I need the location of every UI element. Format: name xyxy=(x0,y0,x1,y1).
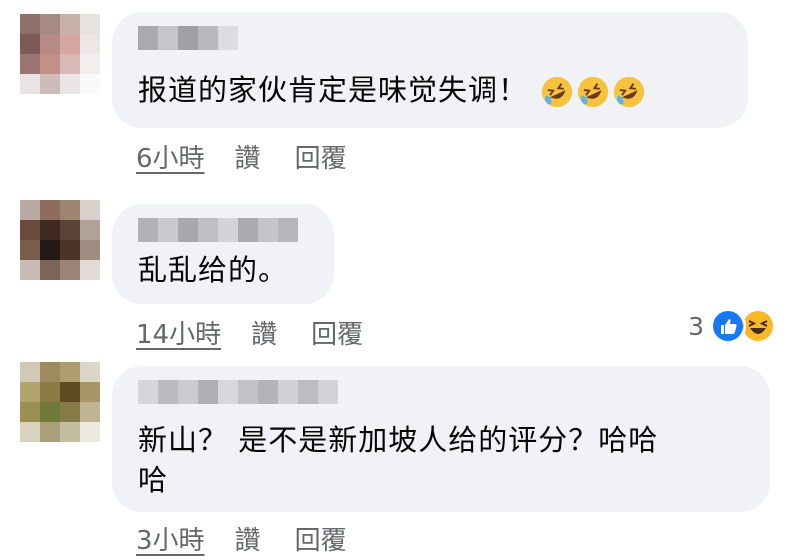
reaction-count: 3 xyxy=(688,311,704,341)
comment-text: 乱乱给的。 xyxy=(138,250,288,290)
comment-2: 乱乱给的。 14小時 讚 回覆 3 xyxy=(0,190,800,350)
timestamp-link[interactable]: 6小時 xyxy=(136,138,205,175)
rofl-emoji-icon xyxy=(578,76,609,108)
blurred-author-name[interactable] xyxy=(138,380,338,404)
timestamp-link[interactable]: 3小時 xyxy=(136,520,205,557)
reply-button[interactable]: 回覆 xyxy=(311,314,363,351)
like-button[interactable]: 讚 xyxy=(251,314,277,351)
reply-button[interactable]: 回覆 xyxy=(295,520,347,557)
comment-3: 新山？ 是不是新加坡人给的评分？哈哈 哈 3小時 讚 回覆 xyxy=(0,350,800,560)
comment-text-line: 新山？ 是不是新加坡人给的评分？哈哈 xyxy=(138,423,659,457)
comment-text-line: 哈 xyxy=(138,463,169,497)
comment-text: 新山？ 是不是新加坡人给的评分？哈哈 哈 xyxy=(138,420,658,500)
comment-actions: 14小時 讚 回覆 xyxy=(136,314,363,351)
comment-bubble: 乱乱给的。 xyxy=(112,204,334,304)
like-reaction-icon xyxy=(710,308,746,344)
blurred-author-name[interactable] xyxy=(138,218,298,242)
comment-text-content: 乱乱给的。 xyxy=(138,253,289,287)
avatar[interactable] xyxy=(20,362,100,442)
comment-1: 报道的家伙肯定是味觉失调！ 6小時 讚 回覆 xyxy=(0,0,800,180)
comment-bubble: 报道的家伙肯定是味觉失调！ xyxy=(112,12,748,128)
comment-actions: 6小時 讚 回覆 xyxy=(136,138,347,175)
like-button[interactable]: 讚 xyxy=(235,520,261,557)
comment-bubble: 新山？ 是不是新加坡人给的评分？哈哈 哈 xyxy=(112,366,770,512)
avatar[interactable] xyxy=(20,14,100,94)
timestamp-link[interactable]: 14小時 xyxy=(136,314,221,351)
reply-button[interactable]: 回覆 xyxy=(295,138,347,175)
comment-text-content: 报道的家伙肯定是味觉失调！ xyxy=(138,73,529,107)
avatar[interactable] xyxy=(20,200,100,280)
blurred-author-name[interactable] xyxy=(138,26,238,50)
comment-text: 报道的家伙肯定是味觉失调！ xyxy=(138,70,646,110)
like-button[interactable]: 讚 xyxy=(235,138,261,175)
comment-actions: 3小時 讚 回覆 xyxy=(136,520,347,557)
rofl-emoji-icon xyxy=(542,76,573,108)
reaction-summary[interactable]: 3 xyxy=(688,308,776,344)
rofl-emoji-icon xyxy=(614,76,645,108)
